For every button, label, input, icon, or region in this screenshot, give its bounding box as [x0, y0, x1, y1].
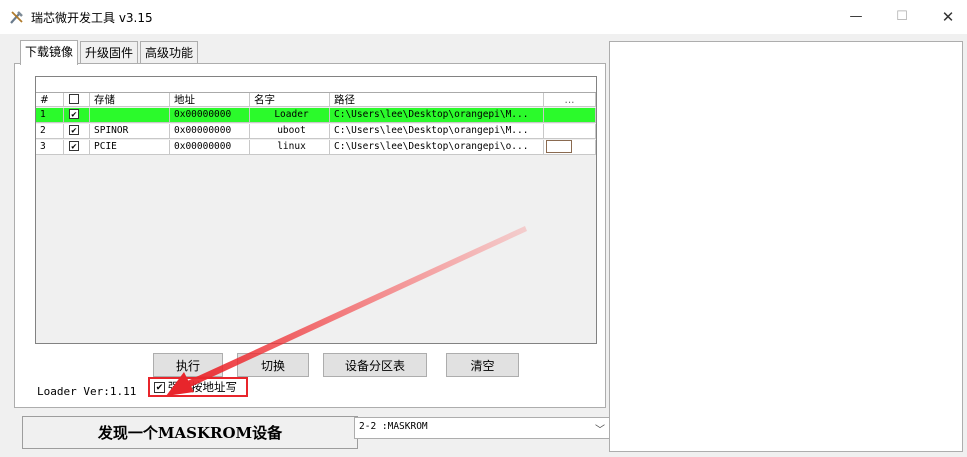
header-address: 地址	[170, 93, 250, 107]
header-check[interactable]	[64, 93, 90, 107]
log-output-panel[interactable]	[609, 41, 963, 452]
tab-advanced[interactable]: 高级功能	[140, 41, 199, 64]
row-name: linux	[250, 140, 330, 154]
row-name: uboot	[250, 124, 330, 138]
header-storage: 存储	[90, 93, 170, 107]
force-address-write-label[interactable]: 强制按地址写	[168, 380, 237, 395]
row-storage	[90, 108, 170, 122]
maximize-button[interactable]: ☐	[879, 4, 925, 30]
row-checkbox[interactable]: ✔	[69, 141, 79, 152]
device-dropdown[interactable]: 2-2 :MASKROM ﹀	[354, 417, 610, 439]
partition-table-button[interactable]: 设备分区表	[323, 353, 427, 377]
table-row[interactable]: 2 ✔ SPINOR 0x00000000 uboot C:\Users\lee…	[36, 124, 596, 139]
browse-button[interactable]	[546, 140, 572, 153]
row-storage: PCIE	[90, 140, 170, 154]
grid-top-band	[36, 77, 596, 93]
tab-download-image[interactable]: 下载镜像	[20, 40, 79, 65]
tab-upgrade-firmware[interactable]: 升级固件	[80, 41, 139, 64]
force-address-write-highlight: ✔ 强制按地址写	[148, 377, 248, 397]
row-address: 0x00000000	[170, 108, 250, 122]
close-button[interactable]: ✕	[925, 4, 967, 30]
row-checkbox[interactable]: ✔	[69, 125, 79, 136]
row-address: 0x00000000	[170, 124, 250, 138]
device-status-message: 发现一个MASKROM设备	[22, 416, 358, 449]
row-address: 0x00000000	[170, 140, 250, 154]
row-checkbox[interactable]: ✔	[69, 109, 79, 120]
execute-button[interactable]: 执行	[153, 353, 223, 377]
row-check-cell[interactable]: ✔	[64, 108, 90, 122]
title-bar: 瑞芯微开发工具 v3.15 — ☐ ✕	[0, 0, 967, 34]
select-all-checkbox[interactable]	[69, 94, 79, 104]
status-area: 发现一个MASKROM设备 2-2 :MASKROM ﹀	[14, 411, 610, 451]
image-list-grid: # 存储 地址 名字 路径 ... 1 ✔ 0x00000000 Loader …	[35, 76, 597, 344]
header-index: #	[36, 93, 64, 107]
header-more: ...	[544, 93, 596, 107]
table-row[interactable]: 3 ✔ PCIE 0x00000000 linux C:\Users\lee\D…	[36, 140, 596, 155]
row-storage: SPINOR	[90, 124, 170, 138]
row-check-cell[interactable]: ✔	[64, 124, 90, 138]
chevron-down-icon[interactable]: ﹀	[595, 421, 605, 436]
row-browse[interactable]	[544, 140, 596, 154]
table-row[interactable]: 1 ✔ 0x00000000 Loader C:\Users\lee\Deskt…	[36, 108, 596, 123]
force-address-write-checkbox[interactable]: ✔	[154, 382, 165, 393]
clear-button[interactable]: 清空	[446, 353, 519, 377]
row-check-cell[interactable]: ✔	[64, 140, 90, 154]
row-path[interactable]: C:\Users\lee\Desktop\orangepi\M...	[330, 108, 544, 122]
window-title: 瑞芯微开发工具 v3.15	[31, 11, 153, 25]
loader-version: Loader Ver:1.11	[37, 385, 137, 398]
row-index: 3	[36, 140, 64, 154]
row-path[interactable]: C:\Users\lee\Desktop\orangepi\M...	[330, 124, 544, 138]
tools-icon	[10, 11, 23, 24]
grid-header-row: # 存储 地址 名字 路径 ...	[36, 93, 596, 107]
row-browse[interactable]	[544, 124, 596, 138]
row-path[interactable]: C:\Users\lee\Desktop\orangepi\o...	[330, 140, 544, 154]
device-dropdown-value: 2-2 :MASKROM	[359, 421, 428, 432]
header-path: 路径	[330, 93, 544, 107]
row-index: 1	[36, 108, 64, 122]
header-name: 名字	[250, 93, 330, 107]
download-image-panel: # 存储 地址 名字 路径 ... 1 ✔ 0x00000000 Loader …	[14, 63, 606, 408]
row-name: Loader	[250, 108, 330, 122]
row-index: 2	[36, 124, 64, 138]
switch-button[interactable]: 切换	[237, 353, 309, 377]
row-browse[interactable]	[544, 108, 596, 122]
minimize-button[interactable]: —	[833, 4, 879, 30]
